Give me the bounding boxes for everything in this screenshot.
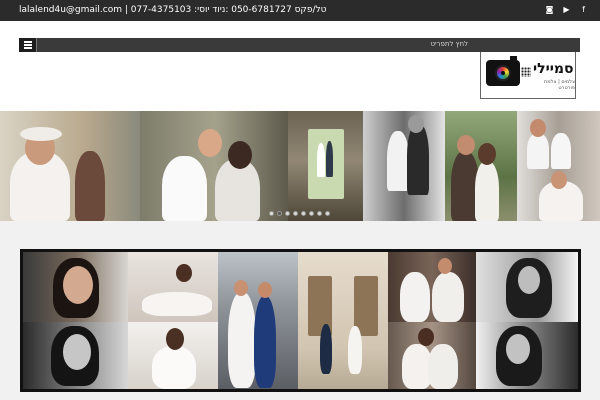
hero-photo-6 [517,111,600,221]
gallery-photo-street-couple[interactable] [218,252,298,389]
slider-dot[interactable] [269,211,274,216]
camera-icon [486,56,520,86]
hero-photo-2 [140,111,288,221]
hamburger-menu-icon[interactable] [19,38,37,52]
slider-dot[interactable] [309,211,314,216]
contact-info: lalalend4u@gmail.com | 077-4375103 :טל/פ… [19,5,327,15]
hero-slider[interactable] [0,111,600,221]
gallery-photo-couple-doorway[interactable] [298,252,388,389]
gallery-photo-bride-window[interactable] [128,322,218,389]
social-links: ◙ ▶ f [545,5,588,14]
facebook-icon[interactable]: f [579,5,588,14]
gallery-photo-couple-wine[interactable] [388,252,476,322]
logo-dots [521,67,531,77]
gallery-photo-bw-makeup[interactable] [23,322,128,389]
gallery-section [0,221,600,400]
photo-gallery-grid [20,249,581,392]
gallery-photo-bw-portrait-2[interactable] [476,322,578,389]
hero-photo-4 [363,111,445,221]
gallery-photo-bw-portrait-1[interactable] [476,252,578,322]
gallery-photo-couple-kiss[interactable] [388,322,476,389]
gallery-photo-bride-bed[interactable] [128,252,218,322]
slider-dot[interactable] [301,211,306,216]
hero-photo-5 [445,111,517,221]
hero-photo-1 [0,111,140,221]
menu-item-open[interactable]: לחץ לתפריט [430,40,468,48]
slider-dot[interactable] [285,211,290,216]
site-logo[interactable]: סמיילי צלמים | צלמת פורטרט [480,52,576,99]
top-bar: lalalend4u@gmail.com | 077-4375103 :טל/פ… [0,0,600,21]
slider-pagination [269,211,330,216]
slider-dot[interactable] [317,211,322,216]
site-header: לחץ לתפריט סמיילי צלמים | צלמת פורטרט [0,21,600,111]
hero-photo-3 [288,111,363,221]
main-menu-bar: לחץ לתפריט [19,38,580,52]
slider-dot[interactable] [293,211,298,216]
slider-dot[interactable] [325,211,330,216]
logo-tagline: צלמים | צלמת פורטרט [544,79,575,91]
instagram-icon[interactable]: ◙ [545,5,554,14]
logo-brand-name: סמיילי [533,61,574,77]
slider-dot[interactable] [277,211,282,216]
gallery-photo-makeup[interactable] [23,252,128,322]
youtube-icon[interactable]: ▶ [562,5,571,14]
